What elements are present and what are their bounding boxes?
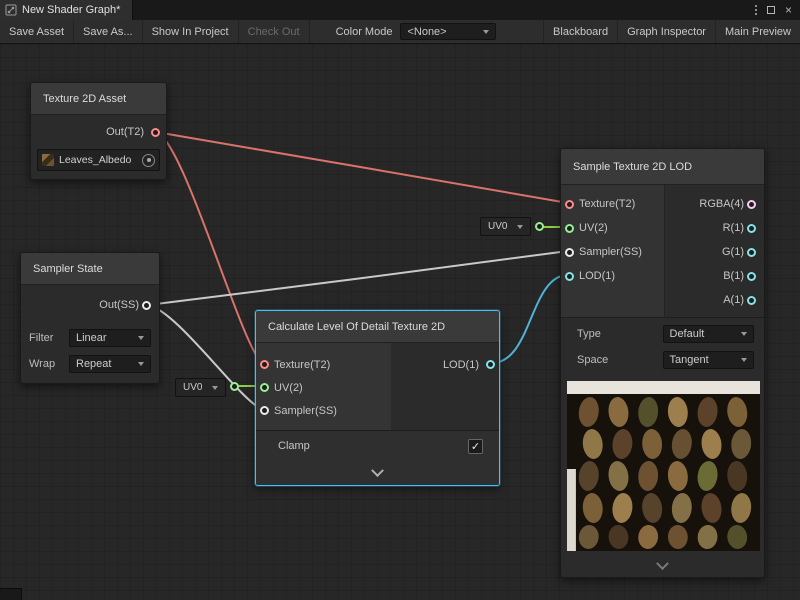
save-asset-button[interactable]: Save Asset <box>0 20 74 43</box>
output-port-sampler[interactable] <box>142 301 151 310</box>
port-label: B(1) <box>723 270 744 282</box>
show-in-project-button[interactable]: Show In Project <box>143 20 239 43</box>
shader-graph-icon <box>5 4 17 16</box>
graph-inspector-toggle-button[interactable]: Graph Inspector <box>617 20 715 43</box>
uv-channel-dropdown[interactable]: UV0 <box>480 217 531 236</box>
filter-value: Linear <box>76 332 107 344</box>
check-out-button: Check Out <box>239 20 310 43</box>
graph-canvas[interactable]: Texture 2D Asset Out(T2) Leaves_Albedo S… <box>0 44 800 600</box>
port-label: UV(2) <box>274 382 303 394</box>
port-label: Sampler(SS) <box>274 405 337 417</box>
port-label: R(1) <box>723 222 744 234</box>
input-port-texture[interactable] <box>260 360 269 369</box>
output-port-r[interactable] <box>747 224 756 233</box>
filter-label: Filter <box>29 332 61 344</box>
window-title: New Shader Graph* <box>22 4 120 16</box>
edge-sampler-to-sample[interactable] <box>148 251 568 305</box>
output-port-b[interactable] <box>747 272 756 281</box>
uv-channel-value: UV0 <box>183 382 202 393</box>
blackboard-toggle-button[interactable]: Blackboard <box>543 20 617 43</box>
port-label: Texture(T2) <box>579 198 635 210</box>
node-sample-texture-2d-lod[interactable]: Sample Texture 2D LOD Texture(T2) UV(2) … <box>560 148 765 578</box>
port-label: A(1) <box>723 294 744 306</box>
color-mode-dropdown[interactable]: <None> <box>400 23 496 40</box>
asset-name: Leaves_Albedo <box>59 154 137 166</box>
space-value: Tangent <box>670 354 709 366</box>
filter-dropdown[interactable]: Linear <box>69 329 151 347</box>
clamp-label: Clamp <box>278 440 310 452</box>
port-label: Texture(T2) <box>274 359 330 371</box>
type-dropdown[interactable]: Default <box>663 325 755 343</box>
type-value: Default <box>670 328 705 340</box>
collapse-button[interactable] <box>256 461 499 485</box>
wrap-label: Wrap <box>29 358 61 370</box>
output-port-texture[interactable] <box>151 128 160 137</box>
panel-corner <box>0 588 22 600</box>
node-calculate-lod-texture-2d[interactable]: Calculate Level Of Detail Texture 2D Tex… <box>255 310 500 486</box>
uv-channel-value: UV0 <box>488 221 507 232</box>
wrap-value: Repeat <box>76 358 111 370</box>
color-mode-value: <None> <box>407 26 446 38</box>
clamp-checkbox[interactable]: ✓ <box>468 439 483 454</box>
input-port-uv[interactable] <box>260 383 269 392</box>
close-icon[interactable]: × <box>785 4 792 16</box>
output-port-a[interactable] <box>747 296 756 305</box>
output-port-g[interactable] <box>747 248 756 257</box>
output-port-lod[interactable] <box>486 360 495 369</box>
node-preview-image <box>567 381 758 551</box>
port-label: RGBA(4) <box>699 198 744 210</box>
node-title: Sample Texture 2D LOD <box>561 149 764 185</box>
port-label: LOD(1) <box>579 270 615 282</box>
port-label: LOD(1) <box>443 359 479 371</box>
input-port-uv[interactable] <box>565 224 574 233</box>
graph-toolbar: Save Asset Save As... Show In Project Ch… <box>0 20 800 44</box>
node-title: Texture 2D Asset <box>31 83 166 115</box>
input-port-sampler[interactable] <box>260 406 269 415</box>
chevron-down-icon <box>741 332 747 336</box>
uv-pill-port[interactable] <box>535 222 544 231</box>
object-picker-icon[interactable] <box>142 154 155 167</box>
window-tab[interactable]: New Shader Graph* <box>0 0 133 20</box>
space-label: Space <box>577 354 655 366</box>
port-label: UV(2) <box>579 222 608 234</box>
input-port-texture[interactable] <box>565 200 574 209</box>
kebab-menu-icon[interactable] <box>755 5 757 15</box>
texture-asset-field[interactable]: Leaves_Albedo <box>37 149 160 171</box>
chevron-down-icon <box>212 386 218 390</box>
edge-lod-to-sample[interactable] <box>492 275 568 363</box>
save-as-button[interactable]: Save As... <box>74 20 143 43</box>
space-dropdown[interactable]: Tangent <box>663 351 755 369</box>
window-titlebar: New Shader Graph* × <box>0 0 800 20</box>
node-title: Sampler State <box>21 253 159 285</box>
port-label: Sampler(SS) <box>579 246 642 258</box>
chevron-down-icon <box>656 557 669 570</box>
uv-pill-port[interactable] <box>230 382 239 391</box>
port-label: Out(SS) <box>99 299 139 311</box>
chevron-down-icon <box>741 358 747 362</box>
texture-thumbnail-icon <box>42 154 54 166</box>
chevron-down-icon <box>138 362 144 366</box>
uv-channel-dropdown[interactable]: UV0 <box>175 378 226 397</box>
edge-texture-to-calc[interactable] <box>156 132 262 363</box>
chevron-down-icon <box>371 464 384 477</box>
edge-texture-to-sample[interactable] <box>156 132 568 203</box>
chevron-down-icon <box>138 336 144 340</box>
input-port-sampler[interactable] <box>565 248 574 257</box>
maximize-icon[interactable] <box>767 6 775 14</box>
input-port-lod[interactable] <box>565 272 574 281</box>
type-label: Type <box>577 328 655 340</box>
node-texture-2d-asset[interactable]: Texture 2D Asset Out(T2) Leaves_Albedo <box>30 82 167 180</box>
wrap-dropdown[interactable]: Repeat <box>69 355 151 373</box>
chevron-down-icon <box>483 30 489 34</box>
color-mode-label: Color Mode <box>310 20 401 43</box>
node-title: Calculate Level Of Detail Texture 2D <box>256 311 499 343</box>
main-preview-toggle-button[interactable]: Main Preview <box>715 20 800 43</box>
chevron-down-icon <box>517 225 523 229</box>
node-sampler-state[interactable]: Sampler State Out(SS) Filter Linear Wrap… <box>20 252 160 384</box>
collapse-button[interactable] <box>561 555 764 577</box>
output-port-rgba[interactable] <box>747 200 756 209</box>
port-label: Out(T2) <box>106 126 144 138</box>
port-label: G(1) <box>722 246 744 258</box>
